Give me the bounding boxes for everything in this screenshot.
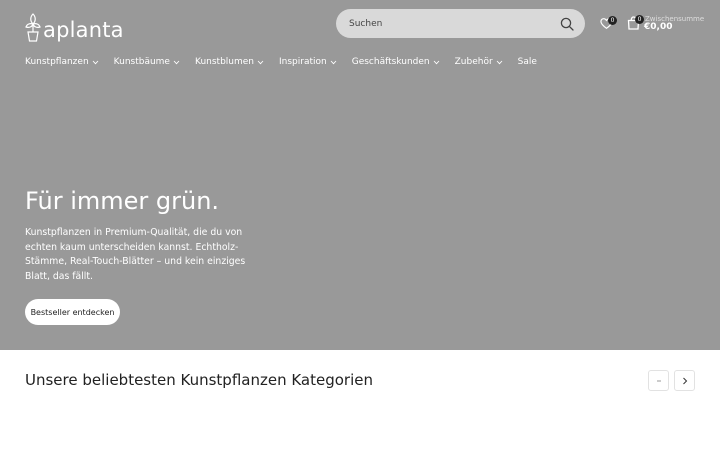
chevron-down-icon [92,60,98,64]
hero-description: Kunstpflanzen in Premium-Qualität, die d… [25,227,246,282]
nav-item-sale[interactable]: Sale [518,56,537,68]
nav-item-label: Sale [517,57,537,67]
nav-item-kunstbaeume[interactable]: Kunstbäume [114,56,180,68]
main-navigation: Kunstpflanzen Kunstbäume Kunstblumen Ins… [25,55,552,69]
nav-item-label: Kunstbäume [113,57,170,67]
nav-item-zubehoer[interactable]: Zubehör [455,56,503,68]
logo[interactable]: aplanta [25,8,124,42]
cart-subtotal-value[interactable]: €0,00 [644,22,672,32]
cart-button[interactable]: 0 [627,14,645,32]
chevron-right-icon [682,377,687,384]
chevron-down-icon [496,60,502,64]
nav-item-kunstblumen[interactable]: Kunstblumen [195,56,264,68]
page: aplanta 0 0 Zwischensumme €0,00 [0,0,720,450]
cart-count-badge: 0 [635,15,644,24]
wishlist-count-badge: 0 [608,16,617,25]
nav-item-label: Zubehör [454,57,493,67]
hero-banner: Für immer grün. Kunstpflanzen in Premium… [0,78,720,350]
nav-item-geschaeftskunden[interactable]: Geschäftskunden [352,56,440,68]
slider-prev-button[interactable] [648,370,669,391]
nav-item-label: Inspiration [279,57,327,67]
categories-title: Unsere beliebtesten Kunstpflanzen Katego… [25,371,373,389]
chevron-down-icon [257,60,264,64]
hero-title: Für immer grün. [25,187,220,215]
logo-text: aplanta [43,18,124,42]
chevron-down-icon [330,60,337,64]
nav-item-inspiration[interactable]: Inspiration [279,56,337,68]
chevron-down-icon [173,60,180,64]
wishlist-button[interactable]: 0 [600,15,618,33]
site-header: aplanta 0 0 Zwischensumme €0,00 [0,0,720,78]
search-input[interactable] [349,9,560,38]
nav-item-label: Kunstblumen [194,57,254,67]
nav-item-label: Kunstpflanzen [25,57,89,67]
nav-item-kunstpflanzen[interactable]: Kunstpflanzen [25,56,99,68]
slider-next-button[interactable] [674,370,695,391]
plant-logo-icon [25,13,41,42]
chevron-left-icon [656,380,661,381]
bestseller-button[interactable]: Bestseller entdecken [25,299,120,325]
chevron-down-icon [433,60,439,64]
search-icon[interactable] [560,17,574,31]
nav-item-label: Geschäftskunden [351,57,430,67]
search-bar [336,9,585,38]
